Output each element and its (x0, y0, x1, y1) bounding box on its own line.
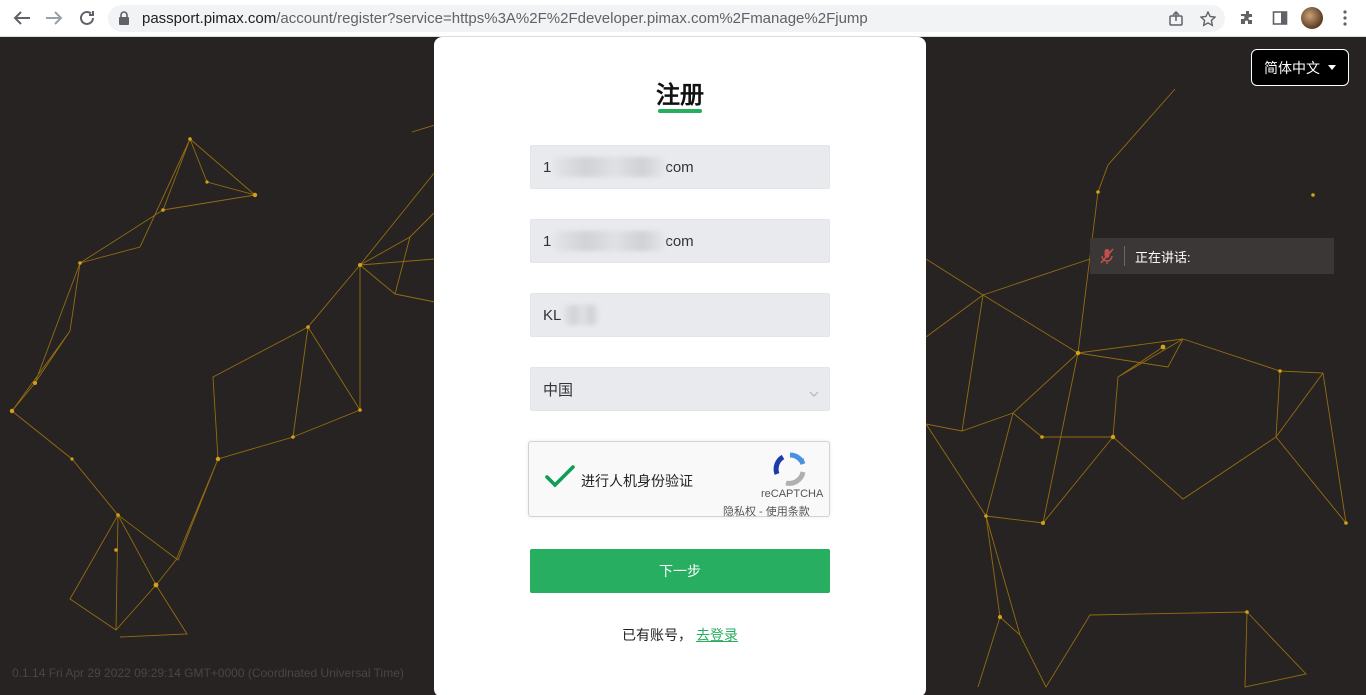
confirm-email-field[interactable]: 1 com (530, 219, 830, 263)
country-value: 中国 (543, 381, 574, 399)
divider (1124, 246, 1125, 266)
separator: - (756, 506, 766, 518)
forward-arrow-icon[interactable] (42, 7, 66, 29)
email-suffix: com (665, 158, 694, 176)
login-link[interactable]: 去登录 (696, 627, 738, 643)
has-account-text: 已有账号， (622, 627, 693, 643)
url-path: /account/register?service=https%3A%2F%2F… (276, 10, 868, 27)
chevron-down-icon (809, 384, 819, 401)
language-label: 简体中文 (1264, 59, 1320, 76)
register-card: 注册 1 com 1 com KL 中国 进行人机身份验证 reCAPTCHA … (434, 37, 926, 695)
checkmark-icon[interactable] (545, 464, 575, 493)
recaptcha-logo-icon (773, 452, 807, 491)
confirm-email-suffix: com (665, 232, 694, 250)
recaptcha-widget[interactable]: 进行人机身份验证 reCAPTCHA 隐私权 - 使用条款 (528, 441, 830, 519)
speaking-indicator: 正在讲话: (1090, 238, 1334, 274)
browser-toolbar: passport.pimax.com/account/register?serv… (0, 0, 1366, 37)
country-select[interactable]: 中国 (530, 367, 830, 411)
share-icon[interactable] (1166, 10, 1186, 28)
sidebar-icon[interactable] (1270, 8, 1290, 28)
profile-avatar[interactable] (1301, 7, 1323, 29)
lock-icon[interactable] (118, 11, 130, 30)
menu-icon[interactable] (1335, 8, 1355, 28)
next-button[interactable]: 下一步 (530, 549, 830, 593)
email-field[interactable]: 1 com (530, 145, 830, 189)
address-bar[interactable]: passport.pimax.com/account/register?serv… (108, 5, 1225, 32)
name-field[interactable]: KL (530, 293, 830, 337)
recaptcha-terms: 隐私权 - 使用条款 (723, 503, 810, 519)
extensions-icon[interactable] (1238, 8, 1258, 28)
app-root: passport.pimax.com/account/register?serv… (0, 0, 1366, 695)
url-host: passport.pimax.com (142, 10, 277, 27)
star-icon[interactable] (1198, 10, 1218, 28)
speaking-label: 正在讲话: (1135, 249, 1191, 265)
language-selector[interactable]: 简体中文 (1251, 49, 1349, 86)
redacted-text (563, 305, 600, 325)
terms-link[interactable]: 使用条款 (766, 506, 810, 518)
name-prefix: KL (543, 306, 562, 324)
version-text: 0.1.14 Fri Apr 29 2022 09:29:14 GMT+0000… (12, 666, 404, 680)
redacted-text (553, 157, 666, 177)
caret-down-icon (1328, 65, 1336, 70)
privacy-link[interactable]: 隐私权 (723, 506, 756, 518)
mic-muted-icon[interactable] (1090, 238, 1124, 274)
page-title: 注册 (656, 82, 704, 109)
recaptcha-brand: reCAPTCHA (761, 488, 824, 500)
recaptcha-label: 进行人机身份验证 (581, 473, 693, 489)
url-text: passport.pimax.com/account/register?serv… (142, 10, 868, 27)
title-underline (658, 109, 702, 113)
confirm-email-prefix: 1 (543, 232, 552, 250)
back-arrow-icon[interactable] (10, 7, 34, 29)
login-row: 已有账号， 去登录 (434, 625, 926, 645)
redacted-text (553, 231, 666, 251)
reload-icon[interactable] (75, 7, 99, 29)
email-prefix: 1 (543, 158, 552, 176)
